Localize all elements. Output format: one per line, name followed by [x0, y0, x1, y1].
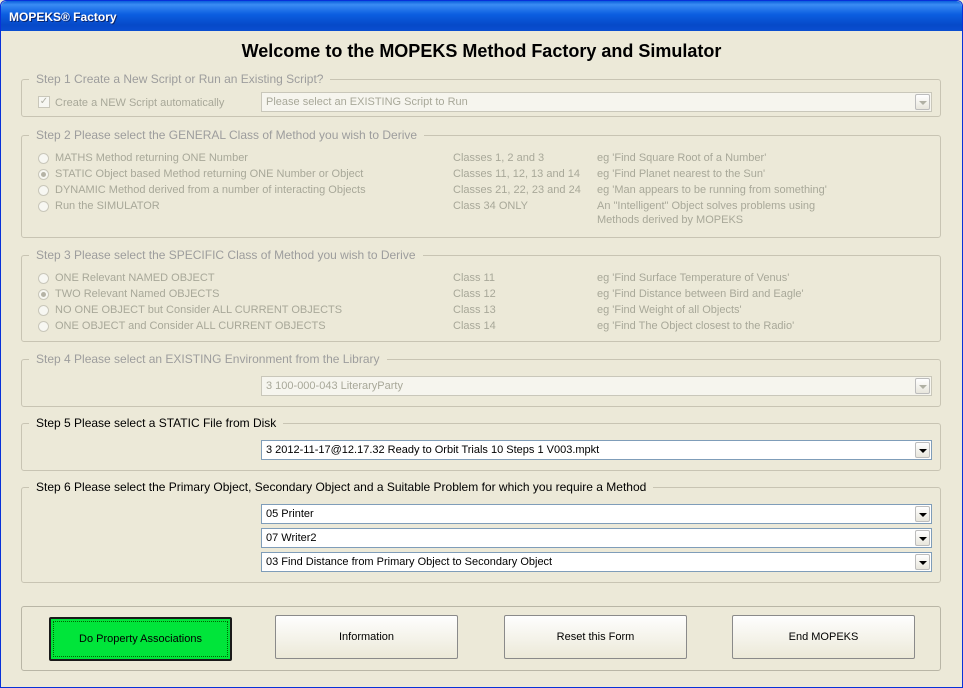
- option-run-simulator: Run the SIMULATOR: [55, 200, 160, 212]
- client-area: Welcome to the MOPEKS Method Factory and…: [4, 31, 959, 685]
- option-static-method: STATIC Object based Method returning ONE…: [55, 168, 364, 180]
- title-bar[interactable]: MOPEKS® Factory: [1, 1, 962, 31]
- option-one-object-all-current: ONE OBJECT and Consider ALL CURRENT OBJE…: [55, 320, 326, 332]
- information-button[interactable]: Information: [275, 615, 458, 659]
- class-11: Class 11: [453, 272, 495, 284]
- classes-simulator: Class 34 ONLY: [453, 200, 528, 212]
- primary-object-select[interactable]: 05 Printer: [261, 504, 932, 524]
- chevron-down-icon[interactable]: [915, 378, 930, 394]
- window-title: MOPEKS® Factory: [9, 10, 117, 24]
- radio-static-method[interactable]: [38, 169, 49, 180]
- reset-form-label: Reset this Form: [556, 631, 635, 643]
- example-class-14: eg 'Find The Object closest to the Radio…: [597, 320, 795, 332]
- example-simulator-line2: Methods derived by MOPEKS: [597, 214, 744, 226]
- radio-maths-method[interactable]: [38, 153, 49, 164]
- create-new-script-label: Create a NEW Script automatically: [55, 97, 225, 109]
- class-14: Class 14: [453, 320, 496, 332]
- example-simulator: An "Intelligent" Object solves problems …: [597, 200, 816, 212]
- example-maths: eg 'Find Square Root of a Number': [597, 152, 767, 164]
- example-class-12: eg 'Find Distance between Bird and Eagle…: [597, 288, 804, 300]
- existing-script-value: Please select an EXISTING Script to Run: [266, 96, 468, 108]
- example-dynamic: eg 'Man appears to be running from somet…: [597, 184, 827, 196]
- option-two-named-objects: TWO Relevant Named OBJECTS: [55, 288, 220, 300]
- environment-select[interactable]: 3 100-000-043 LiteraryParty: [261, 376, 932, 396]
- step5-legend: Step 5 Please select a STATIC File from …: [36, 416, 277, 430]
- step2-group: Step 2 Please select the GENERAL Class o…: [21, 128, 941, 238]
- classes-maths: Classes 1, 2 and 3: [453, 152, 545, 164]
- end-mopeks-button[interactable]: End MOPEKS: [732, 615, 915, 659]
- radio-dynamic-method[interactable]: [38, 185, 49, 196]
- secondary-object-value: 07 Writer2: [266, 532, 317, 544]
- classes-static: Classes 11, 12, 13 and 14: [453, 168, 580, 180]
- chevron-down-icon[interactable]: [915, 506, 930, 522]
- reset-form-button[interactable]: Reset this Form: [504, 615, 687, 659]
- problem-select[interactable]: 03 Find Distance from Primary Object to …: [261, 552, 932, 572]
- static-file-value: 3 2012-11-17@12.17.32 Ready to Orbit Tri…: [266, 444, 600, 456]
- do-property-associations-label: Do Property Associations: [79, 633, 202, 645]
- problem-value: 03 Find Distance from Primary Object to …: [266, 556, 553, 568]
- chevron-down-icon[interactable]: [915, 442, 930, 458]
- radio-run-simulator[interactable]: [38, 201, 49, 212]
- step2-legend: Step 2 Please select the GENERAL Class o…: [36, 128, 418, 142]
- chevron-down-icon[interactable]: [915, 554, 930, 570]
- chevron-down-icon[interactable]: [915, 530, 930, 546]
- secondary-object-select[interactable]: 07 Writer2: [261, 528, 932, 548]
- create-new-script-checkbox[interactable]: ✓: [38, 96, 50, 108]
- static-file-select[interactable]: 3 2012-11-17@12.17.32 Ready to Orbit Tri…: [261, 440, 932, 460]
- page-title: Welcome to the MOPEKS Method Factory and…: [241, 41, 722, 61]
- environment-value: 3 100-000-043 LiteraryParty: [266, 380, 403, 392]
- option-dynamic-method: DYNAMIC Method derived from a number of …: [55, 184, 366, 196]
- radio-no-one-object[interactable]: [38, 305, 49, 316]
- primary-object-value: 05 Printer: [266, 508, 314, 520]
- existing-script-select[interactable]: Please select an EXISTING Script to Run: [261, 92, 932, 112]
- classes-dynamic: Classes 21, 22, 23 and 24: [453, 184, 581, 196]
- example-class-11: eg 'Find Surface Temperature of Venus': [597, 272, 790, 284]
- end-mopeks-label: End MOPEKS: [788, 631, 859, 643]
- step1-legend: Step 1 Create a New Script or Run an Exi…: [36, 72, 324, 86]
- radio-one-object-all-current[interactable]: [38, 321, 49, 332]
- option-one-named-object: ONE Relevant NAMED OBJECT: [55, 272, 215, 284]
- chevron-down-icon[interactable]: [915, 94, 930, 110]
- do-property-associations-button[interactable]: Do Property Associations: [49, 617, 232, 661]
- step6-legend: Step 6 Please select the Primary Object,…: [36, 480, 647, 494]
- class-13: Class 13: [453, 304, 496, 316]
- step4-legend: Step 4 Please select an EXISTING Environ…: [36, 352, 380, 366]
- information-label: Information: [338, 631, 395, 643]
- example-class-13: eg 'Find Weight of all Objects': [597, 304, 742, 316]
- option-maths-method: MATHS Method returning ONE Number: [55, 152, 248, 164]
- radio-two-named-objects[interactable]: [38, 289, 49, 300]
- option-no-one-object: NO ONE OBJECT but Consider ALL CURRENT O…: [55, 304, 343, 316]
- class-12: Class 12: [453, 288, 496, 300]
- radio-one-named-object[interactable]: [38, 273, 49, 284]
- mopeks-factory-window: MOPEKS® Factory Welcome to the MOPEKS Me…: [0, 0, 963, 688]
- step3-legend: Step 3 Please select the SPECIFIC Class …: [36, 248, 416, 262]
- example-static: eg 'Find Planet nearest to the Sun': [597, 168, 766, 180]
